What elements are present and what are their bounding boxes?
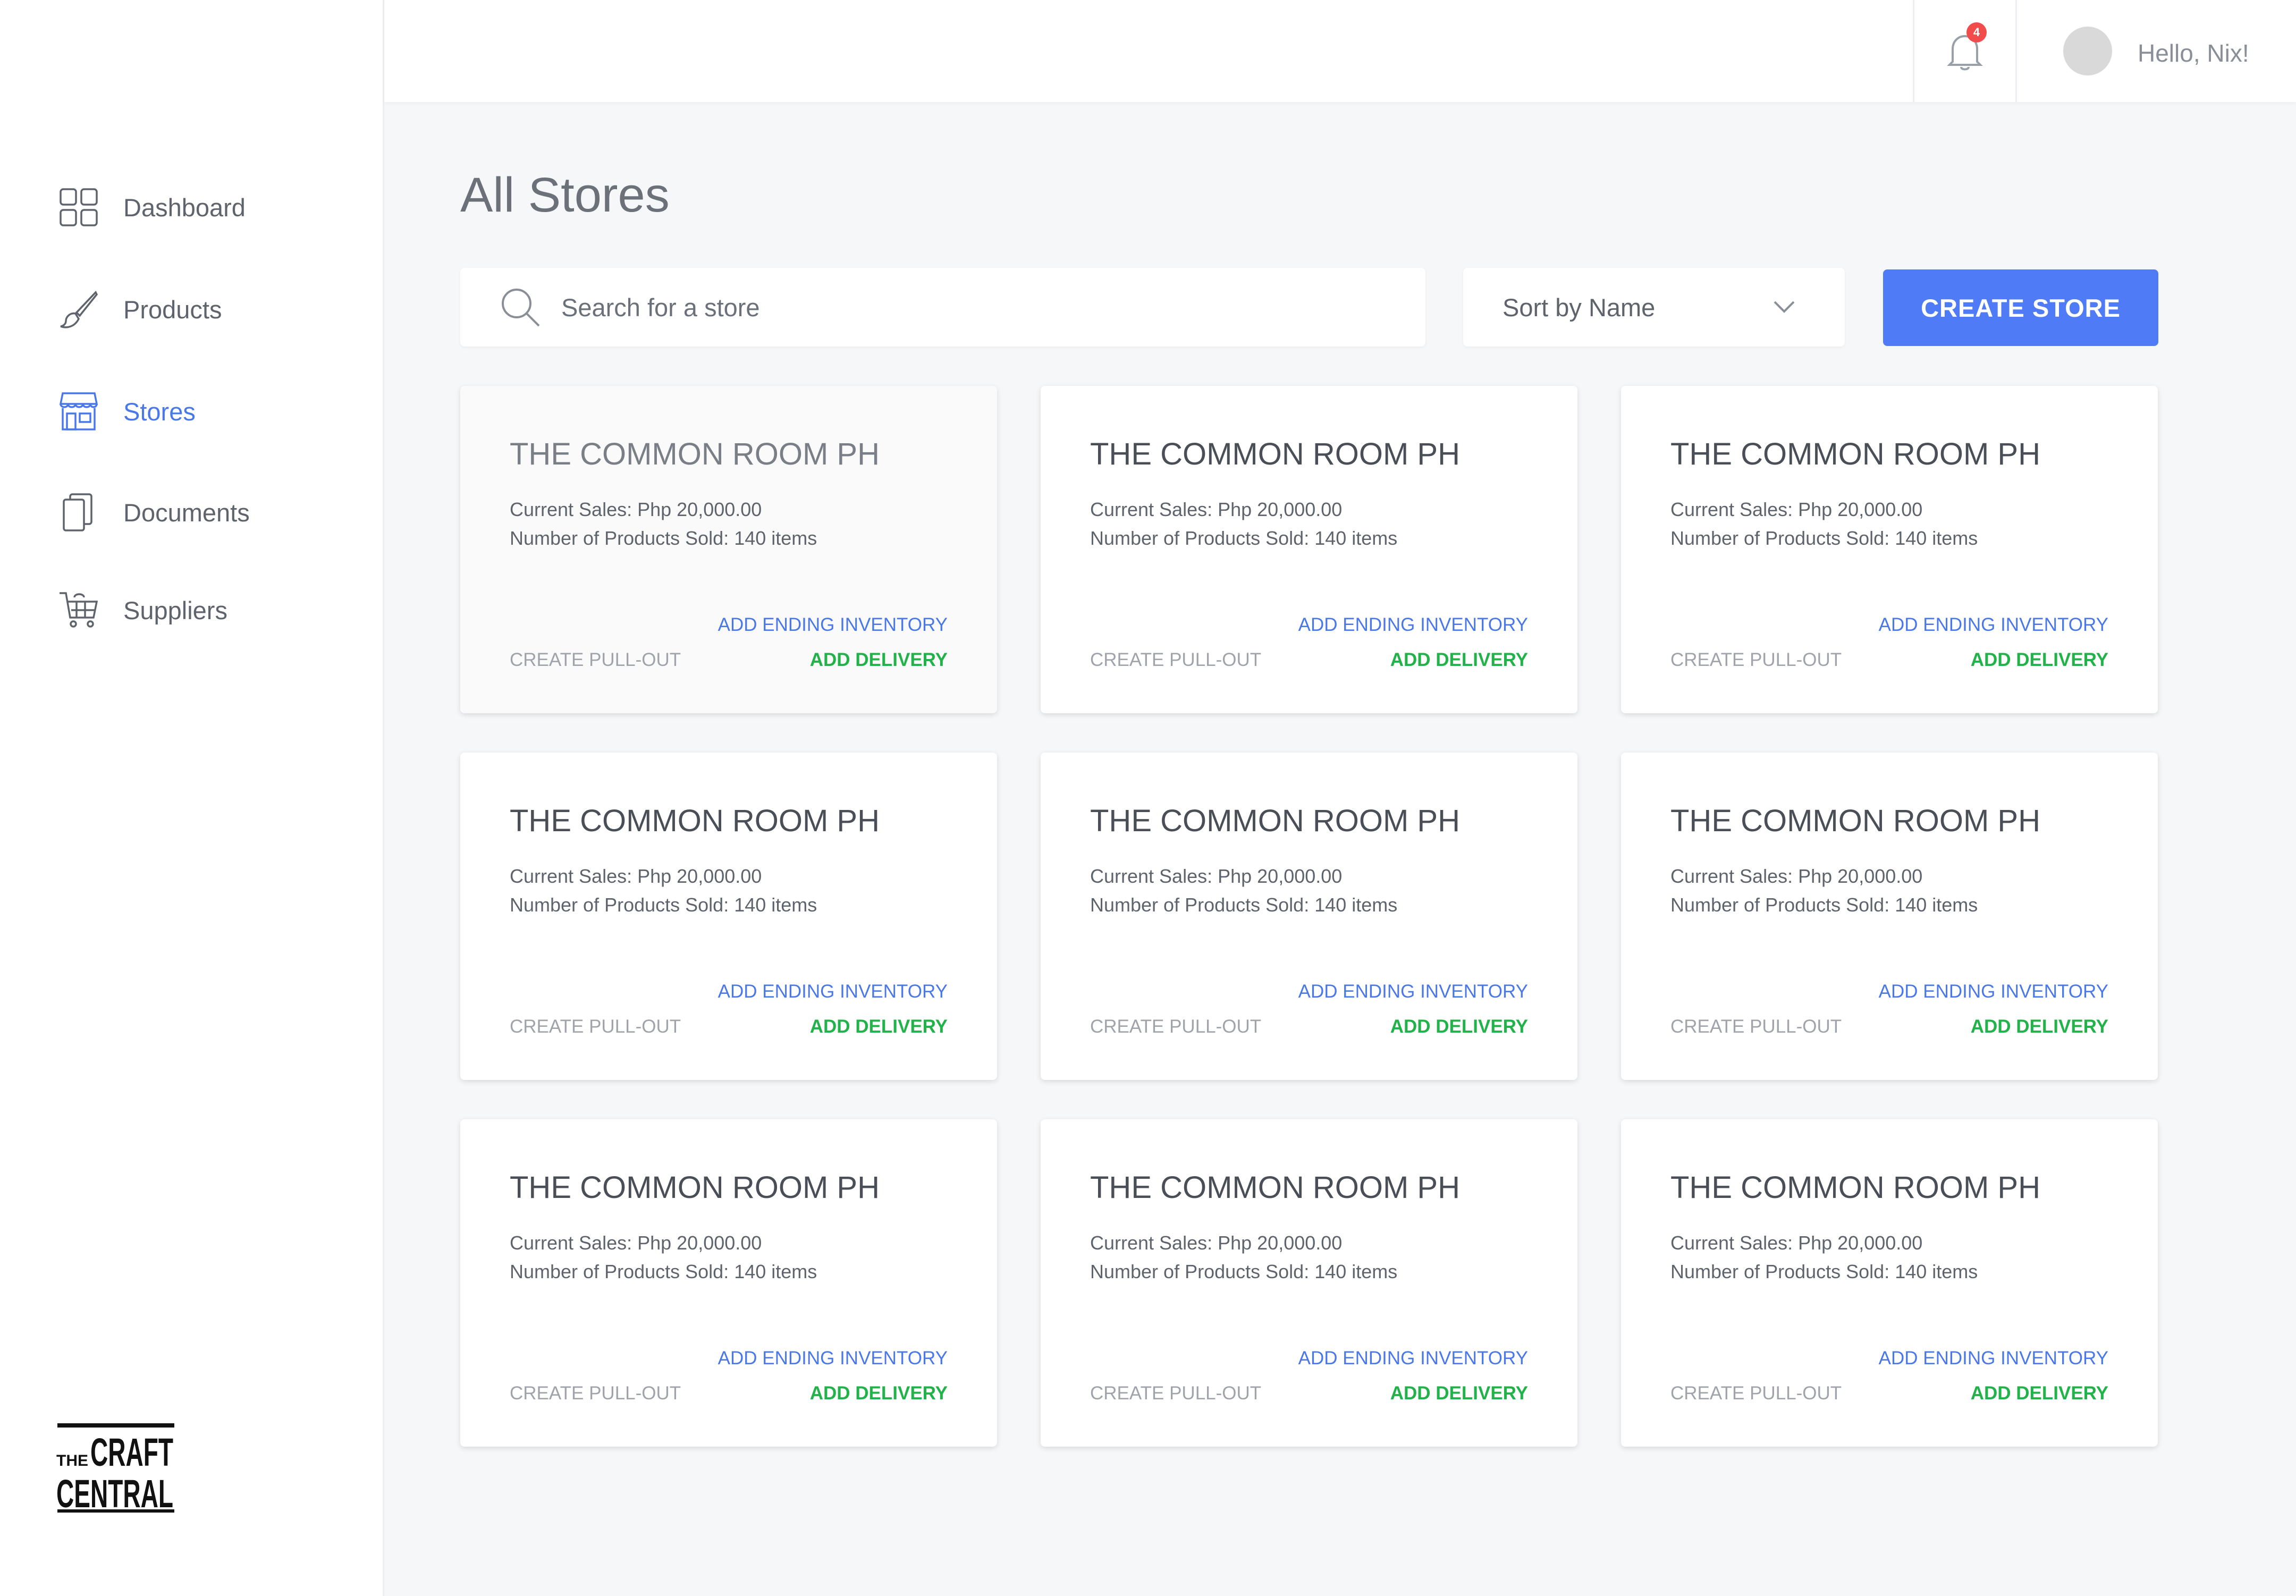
store-products-sold: Number of Products Sold: 140 items [1090, 894, 1398, 916]
create-pull-out-link[interactable]: CREATE PULL-OUT [510, 1383, 681, 1404]
store-products-sold: Number of Products Sold: 140 items [1090, 527, 1398, 549]
add-ending-inventory-link[interactable]: ADD ENDING INVENTORY [718, 614, 948, 636]
sidebar-item-label: Products [123, 295, 222, 324]
add-delivery-link[interactable]: ADD DELIVERY [1390, 649, 1528, 671]
grid-icon [58, 187, 99, 227]
create-pull-out-link[interactable]: CREATE PULL-OUT [1670, 1016, 1842, 1037]
sidebar-item-label: Suppliers [123, 596, 227, 624]
store-name: THE COMMON ROOM PH [1670, 804, 2040, 838]
add-delivery-link[interactable]: ADD DELIVERY [1971, 1016, 2108, 1037]
store-current-sales: Current Sales: Php 20,000.00 [510, 865, 762, 887]
add-ending-inventory-link[interactable]: ADD ENDING INVENTORY [1298, 1348, 1528, 1369]
sidebar-item-documents[interactable]: Documents [58, 486, 250, 539]
add-delivery-link[interactable]: ADD DELIVERY [1971, 1383, 2108, 1404]
search-input[interactable] [560, 292, 1360, 323]
store-products-sold: Number of Products Sold: 140 items [1670, 894, 1978, 916]
add-delivery-link[interactable]: ADD DELIVERY [810, 1383, 948, 1404]
add-ending-inventory-link[interactable]: ADD ENDING INVENTORY [1298, 981, 1528, 1002]
store-current-sales: Current Sales: Php 20,000.00 [510, 499, 762, 520]
store-card[interactable]: THE COMMON ROOM PH Current Sales: Php 20,… [1621, 753, 2158, 1080]
sidebar-item-products[interactable]: Products [58, 283, 222, 336]
svg-text:CRAFT: CRAFT [90, 1430, 173, 1474]
store-card[interactable]: THE COMMON ROOM PH Current Sales: Php 20,… [1621, 1119, 2158, 1447]
store-current-sales: Current Sales: Php 20,000.00 [510, 1232, 762, 1254]
store-current-sales: Current Sales: Php 20,000.00 [1670, 499, 1923, 520]
user-greeting[interactable]: Hello, Nix! [2138, 32, 2249, 74]
store-current-sales: Current Sales: Php 20,000.00 [1090, 865, 1343, 887]
add-ending-inventory-link[interactable]: ADD ENDING INVENTORY [1298, 614, 1528, 636]
store-products-sold: Number of Products Sold: 140 items [510, 894, 817, 916]
sidebar-item-stores[interactable]: Stores [58, 385, 196, 438]
create-pull-out-link[interactable]: CREATE PULL-OUT [1670, 1383, 1842, 1404]
store-name: THE COMMON ROOM PH [1670, 437, 2040, 471]
page-title: All Stores [460, 168, 670, 222]
add-delivery-link[interactable]: ADD DELIVERY [1390, 1383, 1528, 1404]
store-current-sales: Current Sales: Php 20,000.00 [1670, 865, 1923, 887]
add-ending-inventory-link[interactable]: ADD ENDING INVENTORY [1879, 1348, 2108, 1369]
documents-icon [58, 492, 99, 533]
create-pull-out-link[interactable]: CREATE PULL-OUT [510, 1016, 681, 1037]
notifications-button[interactable]: 4 [1913, 0, 2017, 102]
store-products-sold: Number of Products Sold: 140 items [510, 1261, 817, 1282]
notification-count-badge: 4 [1966, 22, 1987, 43]
create-pull-out-link[interactable]: CREATE PULL-OUT [510, 649, 681, 671]
store-name: THE COMMON ROOM PH [1670, 1170, 2040, 1205]
store-card[interactable]: THE COMMON ROOM PH Current Sales: Php 20,… [1041, 1119, 1577, 1447]
store-card[interactable]: THE COMMON ROOM PH Current Sales: Php 20,… [460, 753, 997, 1080]
chevron-down-icon [1774, 301, 1795, 313]
add-delivery-link[interactable]: ADD DELIVERY [1390, 1016, 1528, 1037]
store-name: THE COMMON ROOM PH [1090, 437, 1460, 471]
add-delivery-link[interactable]: ADD DELIVERY [810, 1016, 948, 1037]
store-name: THE COMMON ROOM PH [510, 1170, 880, 1205]
store-name: THE COMMON ROOM PH [510, 437, 880, 471]
store-name: THE COMMON ROOM PH [510, 804, 880, 838]
store-current-sales: Current Sales: Php 20,000.00 [1090, 1232, 1343, 1254]
sidebar-item-suppliers[interactable]: Suppliers [58, 584, 227, 637]
svg-text:THE: THE [56, 1452, 88, 1470]
add-ending-inventory-link[interactable]: ADD ENDING INVENTORY [1879, 614, 2108, 636]
add-delivery-link[interactable]: ADD DELIVERY [1971, 649, 2108, 671]
add-delivery-link[interactable]: ADD DELIVERY [810, 649, 948, 671]
sidebar: Dashboard Products Stores Documents Supp… [0, 0, 384, 1596]
store-products-sold: Number of Products Sold: 140 items [1670, 527, 1978, 549]
sort-dropdown-label: Sort by Name [1502, 293, 1656, 322]
create-store-button[interactable]: CREATE STORE [1883, 269, 2158, 346]
store-products-sold: Number of Products Sold: 140 items [1090, 1261, 1398, 1282]
sidebar-item-label: Dashboard [123, 193, 246, 222]
craft-central-logo: THE CRAFT CENTRAL [55, 1423, 178, 1516]
search-icon [502, 289, 540, 327]
store-current-sales: Current Sales: Php 20,000.00 [1090, 499, 1343, 520]
create-pull-out-link[interactable]: CREATE PULL-OUT [1090, 649, 1261, 671]
create-pull-out-link[interactable]: CREATE PULL-OUT [1090, 1016, 1261, 1037]
top-bar: 4 Hello, Nix! [384, 0, 2296, 102]
avatar[interactable] [2063, 27, 2112, 75]
cart-icon [58, 590, 99, 630]
store-current-sales: Current Sales: Php 20,000.00 [1670, 1232, 1923, 1254]
create-pull-out-link[interactable]: CREATE PULL-OUT [1090, 1383, 1261, 1404]
sidebar-item-dashboard[interactable]: Dashboard [58, 181, 246, 234]
store-card[interactable]: THE COMMON ROOM PH Current Sales: Php 20,… [460, 386, 997, 713]
store-name: THE COMMON ROOM PH [1090, 1170, 1460, 1205]
svg-text:CENTRAL: CENTRAL [56, 1472, 173, 1514]
create-pull-out-link[interactable]: CREATE PULL-OUT [1670, 649, 1842, 671]
store-card[interactable]: THE COMMON ROOM PH Current Sales: Php 20,… [1621, 386, 2158, 713]
sidebar-item-label: Stores [123, 397, 196, 426]
store-products-sold: Number of Products Sold: 140 items [1670, 1261, 1978, 1282]
add-ending-inventory-link[interactable]: ADD ENDING INVENTORY [718, 1348, 948, 1369]
add-ending-inventory-link[interactable]: ADD ENDING INVENTORY [718, 981, 948, 1002]
sidebar-item-label: Documents [123, 498, 250, 527]
search-bar[interactable] [460, 268, 1425, 347]
store-products-sold: Number of Products Sold: 140 items [510, 527, 817, 549]
store-card[interactable]: THE COMMON ROOM PH Current Sales: Php 20,… [460, 1119, 997, 1447]
store-name: THE COMMON ROOM PH [1090, 804, 1460, 838]
sort-dropdown[interactable]: Sort by Name [1463, 268, 1845, 347]
add-ending-inventory-link[interactable]: ADD ENDING INVENTORY [1879, 981, 2108, 1002]
store-icon [58, 391, 99, 432]
brush-icon [58, 289, 99, 330]
store-card[interactable]: THE COMMON ROOM PH Current Sales: Php 20,… [1041, 386, 1577, 713]
store-card[interactable]: THE COMMON ROOM PH Current Sales: Php 20,… [1041, 753, 1577, 1080]
